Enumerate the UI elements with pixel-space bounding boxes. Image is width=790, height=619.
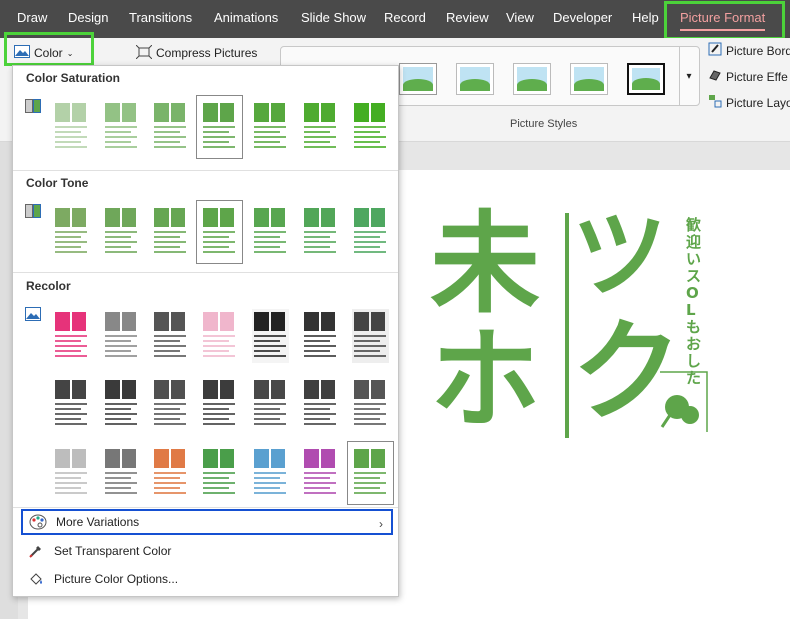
compress-icon bbox=[135, 44, 153, 62]
art-char-left-top: 未 bbox=[430, 200, 540, 328]
picture-color-options-item[interactable]: Picture Color Options... bbox=[21, 566, 393, 592]
color-variant-thumbnail[interactable] bbox=[196, 95, 243, 159]
eyedropper-icon bbox=[26, 542, 46, 560]
picture-effects-label: Picture Effe bbox=[726, 69, 788, 84]
color-variant-thumbnail[interactable] bbox=[150, 307, 191, 365]
saturation-icon bbox=[25, 99, 41, 113]
color-variant-thumbnail[interactable] bbox=[350, 307, 391, 365]
color-variant-thumbnail[interactable] bbox=[199, 444, 240, 502]
gallery-more-button[interactable]: ▾ bbox=[679, 47, 698, 105]
color-variant-thumbnail[interactable] bbox=[51, 375, 92, 433]
tab-transitions[interactable]: Transitions bbox=[129, 10, 192, 25]
color-variant-thumbnail[interactable] bbox=[300, 203, 341, 261]
layout-icon bbox=[708, 94, 722, 111]
art-char-right-top: ツ bbox=[572, 201, 668, 311]
color-variant-thumbnail[interactable] bbox=[347, 441, 394, 505]
art-divider bbox=[565, 213, 569, 438]
tab-record[interactable]: Record bbox=[384, 10, 426, 25]
color-dropdown-menu: Color Saturation Color Tone Recolor More… bbox=[12, 65, 399, 597]
recolor-heading: Recolor bbox=[26, 279, 71, 293]
color-variant-thumbnail[interactable] bbox=[101, 307, 142, 365]
picture-color-options-label: Picture Color Options... bbox=[54, 572, 179, 586]
art-char-left-bottom: ホ bbox=[430, 316, 540, 444]
color-variant-thumbnail[interactable] bbox=[300, 444, 341, 502]
divider bbox=[13, 507, 398, 508]
color-variant-thumbnail[interactable] bbox=[101, 203, 142, 261]
color-tone-heading: Color Tone bbox=[26, 176, 89, 190]
color-variant-thumbnail[interactable] bbox=[250, 307, 291, 365]
effects-icon bbox=[708, 68, 722, 85]
color-variant-thumbnail[interactable] bbox=[300, 98, 341, 156]
picture-style-thumb[interactable] bbox=[399, 63, 437, 95]
set-transparent-color-item[interactable]: Set Transparent Color bbox=[21, 538, 393, 564]
color-variant-thumbnail[interactable] bbox=[51, 444, 92, 502]
tab-draw[interactable]: Draw bbox=[17, 10, 47, 25]
slide-picture[interactable]: 未 ホ ツ ク 歓迎いスOLもおした bbox=[420, 205, 720, 445]
color-variant-thumbnail[interactable] bbox=[101, 98, 142, 156]
color-variant-thumbnail[interactable] bbox=[150, 375, 191, 433]
tab-view[interactable]: View bbox=[506, 10, 534, 25]
divider bbox=[13, 272, 398, 273]
highlight-picture-format bbox=[664, 1, 785, 40]
color-variant-thumbnail[interactable] bbox=[150, 444, 191, 502]
picture-effects-button[interactable]: Picture Effe bbox=[708, 68, 788, 85]
color-variant-thumbnail[interactable] bbox=[350, 203, 391, 261]
leaf-icon bbox=[660, 371, 708, 432]
tab-slide-show[interactable]: Slide Show bbox=[301, 10, 366, 25]
picture-styles-label: Picture Styles bbox=[510, 118, 578, 130]
more-variations-label: More Variations bbox=[56, 515, 140, 529]
color-variant-thumbnail[interactable] bbox=[196, 200, 243, 264]
art-vertical-text: 歓迎いスOLもおした bbox=[686, 216, 702, 387]
color-variant-thumbnail[interactable] bbox=[250, 98, 291, 156]
color-variant-thumbnail[interactable] bbox=[199, 307, 240, 365]
color-variant-thumbnail[interactable] bbox=[51, 203, 92, 261]
color-variant-thumbnail[interactable] bbox=[150, 203, 191, 261]
tone-icon bbox=[25, 204, 41, 218]
color-saturation-heading: Color Saturation bbox=[26, 71, 121, 85]
color-variant-thumbnail[interactable] bbox=[250, 375, 291, 433]
picture-style-thumb[interactable] bbox=[570, 63, 608, 95]
picture-style-thumb[interactable] bbox=[627, 63, 665, 95]
color-variant-thumbnail[interactable] bbox=[51, 98, 92, 156]
color-variant-thumbnail[interactable] bbox=[350, 98, 391, 156]
paint-bucket-icon bbox=[26, 570, 46, 588]
color-variant-thumbnail[interactable] bbox=[300, 375, 341, 433]
tab-help[interactable]: Help bbox=[632, 10, 659, 25]
picture-layout-label: Picture Layo bbox=[726, 95, 790, 110]
tab-design[interactable]: Design bbox=[68, 10, 108, 25]
divider bbox=[13, 170, 398, 171]
color-variant-thumbnail[interactable] bbox=[51, 307, 92, 365]
chevron-down-icon: ▾ bbox=[686, 70, 692, 82]
color-variant-thumbnail[interactable] bbox=[199, 375, 240, 433]
compress-pictures-button[interactable]: Compress Pictures bbox=[135, 43, 258, 63]
color-variant-thumbnail[interactable] bbox=[250, 444, 291, 502]
highlight-color-button bbox=[4, 32, 94, 66]
tab-animations[interactable]: Animations bbox=[214, 10, 278, 25]
tab-developer[interactable]: Developer bbox=[553, 10, 612, 25]
color-variant-thumbnail[interactable] bbox=[300, 307, 341, 365]
compress-pictures-label: Compress Pictures bbox=[156, 46, 258, 60]
color-variant-thumbnail[interactable] bbox=[250, 203, 291, 261]
color-variant-thumbnail[interactable] bbox=[350, 375, 391, 433]
color-variant-thumbnail[interactable] bbox=[150, 98, 191, 156]
picture-style-thumb[interactable] bbox=[456, 63, 494, 95]
set-transparent-color-label: Set Transparent Color bbox=[54, 544, 172, 558]
picture-border-label: Picture Bord bbox=[726, 43, 790, 58]
recolor-picture-icon bbox=[25, 307, 41, 321]
color-variant-thumbnail[interactable] bbox=[101, 444, 142, 502]
picture-layout-button[interactable]: Picture Layo bbox=[708, 94, 790, 111]
picture-border-button[interactable]: Picture Bord bbox=[708, 42, 790, 59]
color-variant-thumbnail[interactable] bbox=[101, 375, 142, 433]
chevron-right-icon: › bbox=[379, 517, 383, 531]
tab-review[interactable]: Review bbox=[446, 10, 489, 25]
more-variations-item[interactable]: More Variations › bbox=[21, 509, 393, 535]
palette-icon bbox=[28, 513, 48, 531]
picture-style-thumb[interactable] bbox=[513, 63, 551, 95]
pen-icon bbox=[708, 42, 722, 59]
